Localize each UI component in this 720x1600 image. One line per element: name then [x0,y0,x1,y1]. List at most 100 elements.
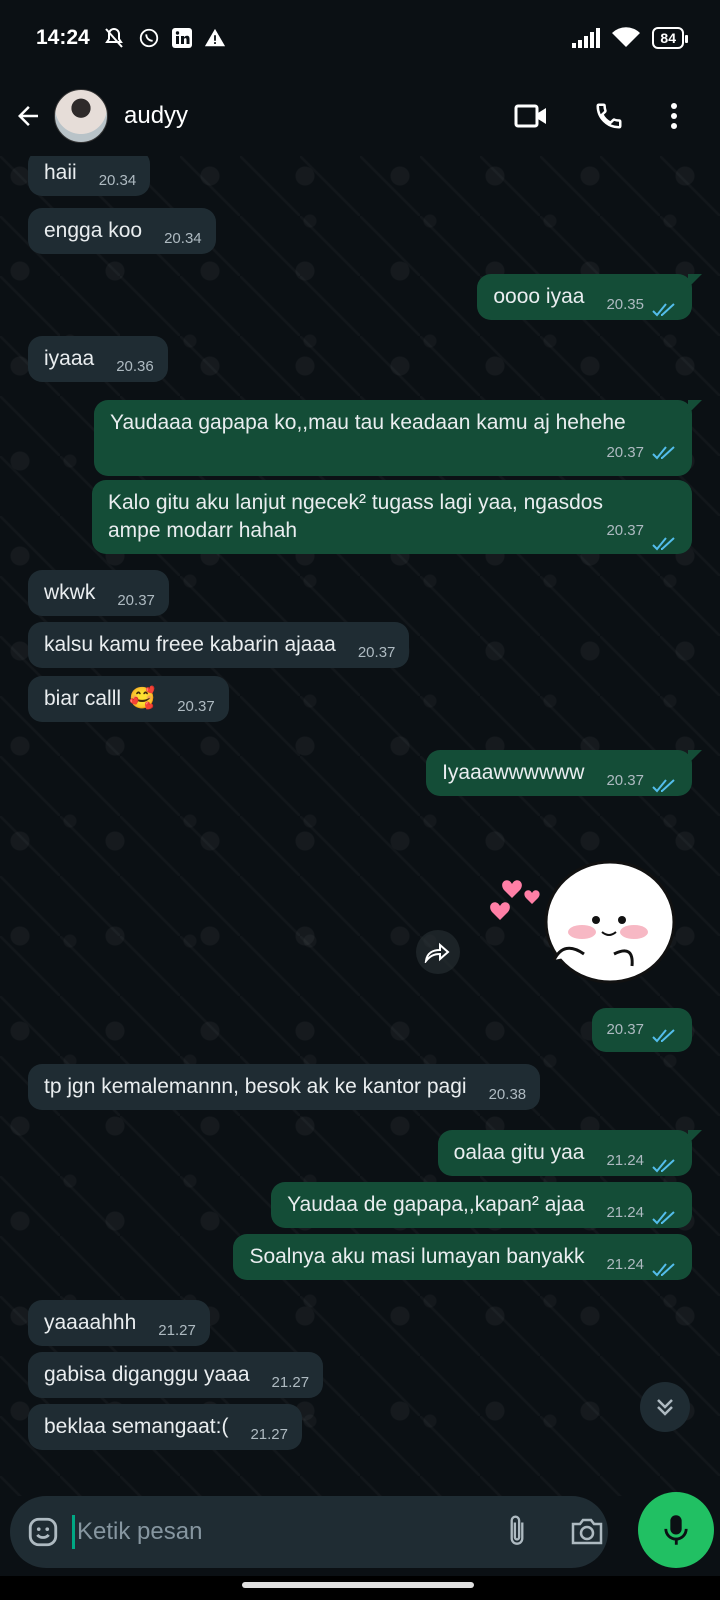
incoming-message[interactable]: biar calll 🥰 20.37 [28,676,229,722]
message-time: 20.38 [488,1086,527,1103]
message-text: Yaudaaa gapapa ko,,mau tau keadaan kamu … [110,411,626,434]
outgoing-sticker-meta[interactable]: 20.37 [592,1008,692,1052]
message-time: 20.36 [116,358,154,375]
smiling-hearts-emoji: 🥰 [129,687,156,710]
message-text: iyaaa [44,347,95,370]
message-time: 20.34 [98,172,137,189]
avatar[interactable] [54,89,108,143]
message-text: Kalo gitu aku lanjut ngecek² tugass lagi… [108,491,603,514]
message-text: Iyaaawwwwww [442,761,585,784]
mic-button[interactable] [638,1492,714,1568]
message-time: 20.35 [606,296,644,313]
incoming-message[interactable]: beklaa semangaat:( 21.27 [28,1404,302,1450]
message-text: biar calll [44,687,122,710]
message-time: 21.27 [158,1322,196,1339]
status-time: 14:24 [36,26,90,49]
message-time: 21.24 [606,1152,644,1169]
message-time: 20.37 [606,772,644,789]
message-time: 21.24 [606,1256,644,1273]
back-button[interactable] [2,101,54,131]
message-text: engga koo [44,219,143,242]
message-text: Yaudaa de gapapa,,kapan² ajaa [287,1193,585,1216]
incoming-message[interactable]: engga koo 20.34 [28,208,216,254]
system-nav-bar [0,1576,720,1600]
scroll-to-bottom-button[interactable] [640,1382,690,1432]
message-text: oalaa gitu yaa [453,1141,585,1164]
emoji-icon[interactable] [26,1515,60,1549]
message-text-line2: ampe modarr hahah [108,519,298,542]
message-text: haii [44,161,77,184]
mic-icon [664,1515,688,1545]
attach-icon[interactable] [504,1513,530,1549]
message-time: 21.24 [606,1204,644,1221]
message-time: 20.37 [606,444,644,461]
message-time: 21.27 [250,1426,288,1443]
message-text: gabisa diganggu yaaa [44,1363,250,1386]
read-ticks-icon [652,537,675,551]
mute-bell-icon [104,27,123,48]
linkedin-icon [171,28,192,48]
message-text: beklaa semangaat:( [44,1415,229,1438]
message-text: yaaaahhh [44,1311,137,1334]
message-time: 20.37 [606,1021,644,1038]
incoming-message[interactable]: tp jgn kemalemannn, besok ak ke kantor p… [28,1064,541,1110]
forward-icon [424,942,450,963]
message-time: 20.37 [177,698,215,715]
outgoing-message[interactable]: Kalo gitu aku lanjut ngecek² tugass lagi… [92,480,692,554]
read-ticks-icon [652,1159,675,1173]
camera-icon[interactable] [570,1516,604,1546]
warning-icon [204,28,225,47]
outgoing-message[interactable]: Iyaaawwwwww 20.37 [426,750,702,796]
home-gesture-pill[interactable] [242,1582,474,1588]
message-time: 20.37 [606,522,644,539]
message-text: kalsu kamu freee kabarin ajaaa [44,633,336,656]
forward-button[interactable] [416,930,460,974]
message-text: oooo iyaa [493,285,585,308]
outgoing-message[interactable]: Soalnya aku masi lumayan banyakk 21.24 [233,1234,692,1280]
chat-header: audyy [0,76,720,156]
battery-indicator: 84 [652,27,688,49]
whatsapp-icon [139,28,158,48]
message-input[interactable]: Ketik pesan [10,1496,608,1568]
status-bar: 14:24 84 [0,0,720,76]
status-right: 84 [572,27,688,49]
message-text: Soalnya aku masi lumayan banyakk [249,1245,585,1268]
read-ticks-icon [652,1263,675,1277]
outgoing-message[interactable]: Yaudaaa gapapa ko,,mau tau keadaan kamu … [94,400,702,476]
read-ticks-icon [652,303,675,317]
message-text: tp jgn kemalemannn, besok ak ke kantor p… [44,1075,467,1098]
notification-icons [102,26,226,50]
incoming-message[interactable]: kalsu kamu freee kabarin ajaaa 20.37 [28,622,410,668]
read-ticks-icon [652,779,675,793]
wifi-icon [612,27,641,47]
outgoing-message[interactable]: Yaudaa de gapapa,,kapan² ajaa 21.24 [271,1182,692,1228]
incoming-message[interactable]: iyaaa 20.36 [28,336,168,382]
video-call-icon[interactable] [514,103,548,129]
signal-icon [572,28,601,48]
outgoing-message[interactable]: oalaa gitu yaa 21.24 [437,1130,703,1176]
chat-area[interactable]: haii 20.34 engga koo 20.34 oooo iyaa 20.… [0,156,720,1496]
message-placeholder: Ketik pesan [77,1518,203,1545]
phone-icon[interactable] [594,101,624,131]
read-ticks-icon [652,1211,675,1225]
scroll-down-icon [657,1399,673,1416]
text-caret [72,1515,75,1549]
message-time: 20.37 [357,644,396,661]
message-text: wkwk [44,581,96,604]
more-options-icon[interactable] [670,102,678,130]
message-time: 20.37 [117,592,155,609]
back-arrow-icon [18,106,38,126]
incoming-message[interactable]: wkwk 20.37 [28,570,169,616]
read-ticks-icon [652,446,675,460]
composer-bar: Ketik pesan [0,1492,720,1576]
contact-name[interactable]: audyy [124,102,188,130]
sticker-image[interactable] [484,850,684,1000]
incoming-message[interactable]: gabisa diganggu yaaa 21.27 [28,1352,324,1398]
read-ticks-icon [652,1029,675,1043]
incoming-message[interactable]: haii 20.34 [28,156,151,196]
message-time: 20.34 [164,230,202,247]
incoming-message[interactable]: yaaaahhh 21.27 [28,1300,210,1346]
outgoing-message[interactable]: oooo iyaa 20.35 [477,274,702,320]
message-time: 21.27 [271,1374,310,1391]
header-actions [514,101,678,131]
